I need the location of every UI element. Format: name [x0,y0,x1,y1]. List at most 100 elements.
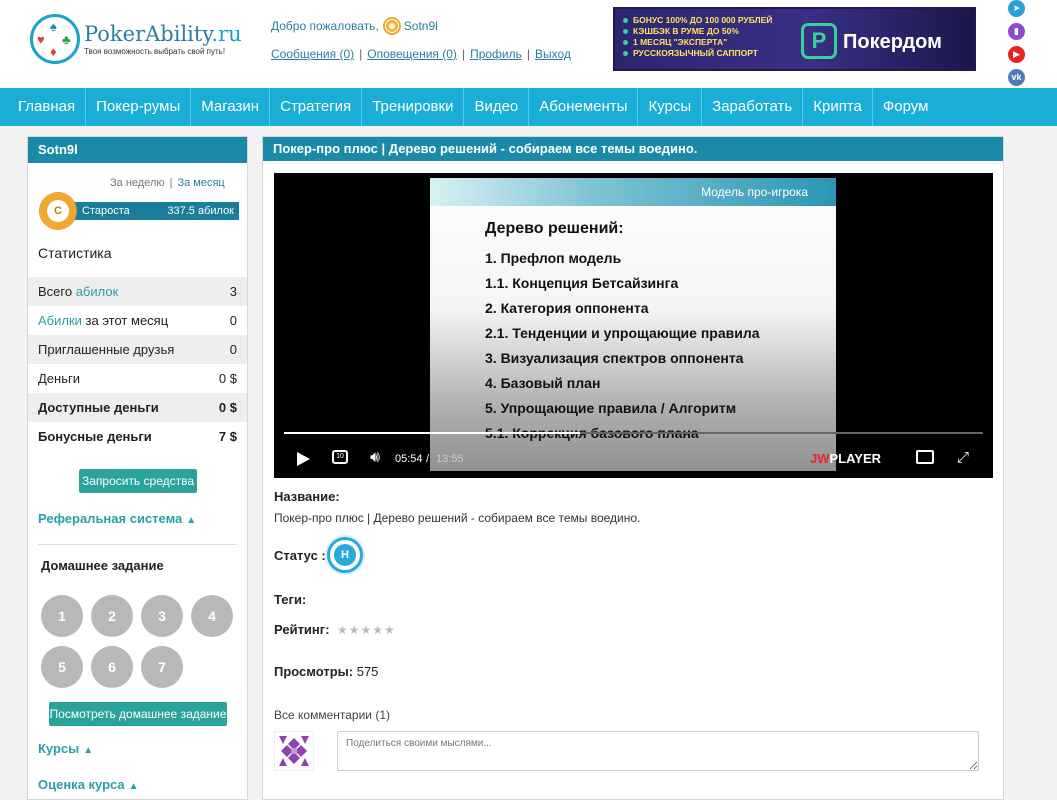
status-label: Статус : [274,548,326,563]
rank-bar: Староста 337.5 абилок С [40,193,240,231]
player-controls: 10 🔊︎ 05:54 / 13:55 JWPLAYER ⤢ [274,447,993,471]
rank-coin-icon: С [40,193,76,229]
welcome-label: Добро пожаловать, [271,19,379,33]
user-coin-icon [382,17,401,35]
volume-icon[interactable]: 🔊︎ [370,450,380,466]
video-panel: Покер-про плюс | Дерево решений - собира… [262,136,1004,800]
nav-crypto[interactable]: Крипта [803,88,873,126]
name-value: Покер-про плюс | Дерево решений - собира… [274,511,641,525]
video-frame: Модель про-игрока Дерево решений: 1. Пре… [430,178,836,471]
stat-row-money: Деньги 0 $ [38,371,237,386]
homework-title: Домашнее задание [41,558,164,573]
slide-item: 1. Префлоп модель [485,250,622,266]
slide-header: Модель про-игрока [430,178,836,206]
rating-label: Рейтинг: [274,622,330,637]
page: ♠ ♥ ♣ ♦ PokerAbility.ru Твоя возможность… [0,0,1057,800]
nav-poker-rooms[interactable]: Покер-румы [86,88,192,126]
rewind-icon[interactable]: 10 [332,450,348,464]
picture-in-picture-icon[interactable] [916,450,934,464]
homework-item-4[interactable]: 4 [191,595,233,637]
chevron-up-icon: ▲ [83,745,94,756]
nav-video[interactable]: Видео [464,88,530,126]
rank-points: 337.5 абилок [167,205,234,217]
comment-input[interactable] [337,731,979,771]
banner-bullet: РУССКОЯЗЫЧНЫЙ САППОРТ [623,48,772,59]
views-count: Просмотры: 575 [274,664,379,679]
telegram-icon[interactable]: ➤ [1008,0,1025,17]
messages-link[interactable]: Сообщения (0) [271,47,354,61]
nav-earn[interactable]: Заработать [702,88,804,126]
nav-home[interactable]: Главная [0,88,87,126]
video-player[interactable]: Модель про-игрока Дерево решений: 1. Пре… [274,173,993,478]
stat-row-total: Всего абилок 3 [28,277,247,306]
user-sidebar: Sotn9l За неделю | За месяц Староста 337.5… [27,136,248,800]
banner-bullet: БОНУС 100% ДО 100 000 РУБЛЕЙ [623,15,772,26]
stat-row-month: Абилки за этот месяц 0 [38,313,237,328]
current-time: 05:54 [395,453,423,465]
period-week[interactable]: За неделю [110,177,165,189]
homework-item-2[interactable]: 2 [91,595,133,637]
twitch-icon[interactable]: ▮ [1008,23,1025,40]
logo-suits-icon: ♠ ♥ ♣ ♦ [30,14,80,64]
slide-item: 4. Базовый план [485,375,601,391]
play-icon[interactable] [297,452,310,466]
jwplayer-logo[interactable]: JWPLAYER [810,451,881,466]
period-month[interactable]: За месяц [177,177,224,189]
nav-subscriptions[interactable]: Абонементы [529,88,639,126]
pokerdom-logo-icon: P [801,23,837,59]
request-funds-button[interactable]: Запросить средства [79,469,197,493]
homework-item-3[interactable]: 3 [141,595,183,637]
nav-shop[interactable]: Магазин [191,88,271,126]
pokerdom-banner[interactable]: БОНУС 100% ДО 100 000 РУБЛЕЙ КЭШБЭК В РУ… [613,7,976,71]
nav-trainings[interactable]: Тренировки [362,88,465,126]
divider [38,544,237,545]
homework-item-5[interactable]: 5 [41,646,83,688]
homework-item-1[interactable]: 1 [41,595,83,637]
chevron-up-icon: ▲ [186,515,197,526]
avatar [274,731,314,771]
stat-row-friends: Приглашенные друзья 0 [28,335,247,364]
logout-link[interactable]: Выход [535,47,571,61]
video-progress-bar[interactable] [284,432,983,434]
slide-item: 2. Категория оппонента [485,300,649,316]
header-username[interactable]: Sotn9l [404,19,438,33]
profile-link[interactable]: Профиль [470,47,522,61]
banner-bullet: КЭШБЭК В РУМЕ ДО 50% [623,26,772,37]
slide-item: 3. Визуализация спектров оппонента [485,350,744,366]
nav-courses[interactable]: Курсы [638,88,703,126]
nav-strategy[interactable]: Стратегия [270,88,363,126]
rating-stars[interactable]: ★★★★★ [337,623,396,637]
time-separator: / [426,453,430,465]
stats-table: Всего абилок 3 Абилки за этот месяц 0 Приг… [28,277,247,451]
site-logo[interactable]: ♠ ♥ ♣ ♦ PokerAbility.ru Твоя возможность… [30,14,242,64]
slide-item: 1.1. Концепция Бетсайзинга [485,275,679,291]
name-label: Название: [274,489,340,504]
status-badge: Н [327,537,363,573]
rate-course-toggle[interactable]: Оценка курса ▲ [38,777,139,792]
vk-icon[interactable]: vk [1008,69,1025,86]
slide-item: 5. Упрощающие правила / Алгоритм [485,400,737,416]
social-links: ➤ ▮ ▶ vk [1008,0,1025,92]
banner-bullet: 1 МЕСЯЦ "ЭКСПЕРТА" [623,37,772,48]
stats-title: Статистика [38,245,112,261]
banner-brand: Покердом [843,31,942,53]
notifications-link[interactable]: Оповещения (0) [367,47,457,61]
nav-forum[interactable]: Форум [873,88,939,126]
chevron-up-icon: ▲ [128,781,139,792]
user-links: Сообщения (0) | Оповещения (0) | Профиль | Вых… [271,47,571,61]
slide-item: 2.1. Тенденции и упрощающие правила [485,325,760,341]
rank-name: Староста [82,205,130,217]
view-homework-button[interactable]: Посмотреть домашнее задание [49,702,227,726]
sidebar-username: Sotn9l [28,137,247,163]
fullscreen-icon[interactable]: ⤢ [957,450,969,465]
stat-row-available: Доступные деньги 0 $ [28,393,247,422]
homework-item-7[interactable]: 7 [141,646,183,688]
homework-item-6[interactable]: 6 [91,646,133,688]
video-title: Покер-про плюс | Дерево решений - собира… [263,137,1003,161]
youtube-icon[interactable]: ▶ [1008,46,1025,63]
courses-toggle[interactable]: Курсы ▲ [38,741,93,756]
logo-tagline: Твоя возможность выбрать свой путь! [84,47,226,56]
progress-fill [284,432,581,434]
welcome-text: Добро пожаловать, Sotn9l [271,17,438,35]
referral-toggle[interactable]: Реферальная система ▲ [38,511,196,526]
